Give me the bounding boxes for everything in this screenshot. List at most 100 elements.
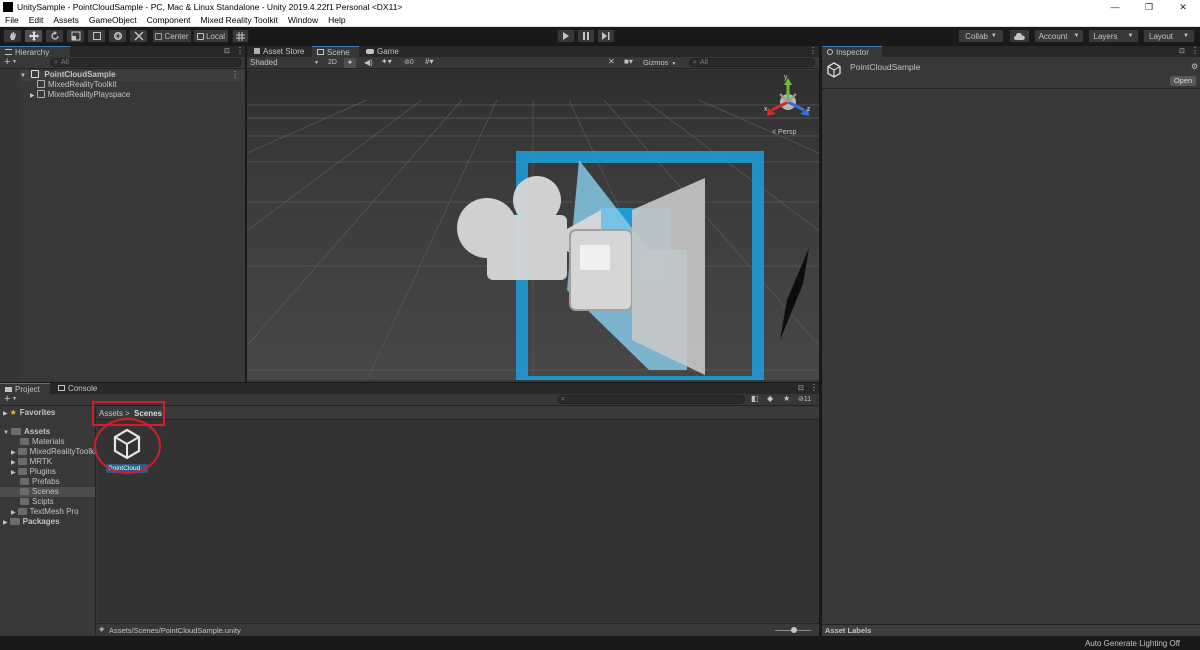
lighting-toggle[interactable]: ● [344,58,356,68]
packages-root-item[interactable]: ▶ Packages [3,517,60,528]
lock-icon[interactable]: ⊡ [224,47,230,55]
lock-icon[interactable]: ⊡ [798,384,804,392]
custom-tool-button[interactable] [129,29,148,43]
store-bag-icon [254,48,260,54]
tab-game[interactable]: Game [361,46,406,57]
chevron-down-icon[interactable]: ▼ [12,59,17,65]
restore-button[interactable]: ❐ [1132,0,1166,14]
tab-hierarchy[interactable]: Hierarchy [0,46,70,57]
project-search-input[interactable]: ⌕ [557,395,745,404]
play-icon [563,32,569,40]
tools-icon[interactable]: ✕ [608,57,615,66]
menu-help[interactable]: Help [323,15,350,25]
open-button[interactable]: Open [1170,76,1196,86]
menu-window[interactable]: Window [283,15,323,25]
expand-arrow-icon[interactable]: ▶ [11,510,16,516]
create-add-button[interactable]: + [4,56,10,68]
layout-dropdown[interactable]: Layout ▼ [1143,29,1195,43]
hidden-packages-toggle[interactable]: ⊘11 [798,395,811,403]
chevron-down-icon[interactable]: ▼ [12,396,17,402]
expand-arrow-icon[interactable]: ▶ [11,470,16,476]
create-add-button[interactable]: + [4,393,10,405]
shading-mode-dropdown[interactable]: Shaded ▼ [248,58,322,68]
transform-tool-button[interactable] [108,29,127,43]
main-toolbar: Center Local Collab ▼ Account ▼ Layers ▼… [0,27,1200,45]
menu-gameobject[interactable]: GameObject [84,15,142,25]
close-button[interactable]: ✕ [1166,0,1200,14]
panel-menu-icon[interactable]: ⋮ [810,383,818,392]
gear-icon[interactable]: ⚙ [1191,62,1198,71]
rect-tool-button[interactable] [87,29,106,43]
menu-assets[interactable]: Assets [48,15,84,25]
menu-file[interactable]: File [0,15,24,25]
folder-item[interactable]: Prefabs [20,477,60,487]
scene-toolbar: Shaded ▼ 2D ● ◀) ✦▾ ⊘0 #▾ ✕ ■▾ Gizmos ▼ ⌕… [247,57,819,69]
expand-arrow-icon[interactable]: ▶ [11,460,16,466]
cloud-button[interactable] [1009,29,1030,43]
account-dropdown[interactable]: Account ▼ [1034,29,1084,43]
pause-button[interactable] [577,29,595,43]
hierarchy-search-input[interactable]: ⌕ All [50,58,242,67]
asset-labels-bar[interactable]: Asset Labels [822,624,1200,636]
search-by-label-icon[interactable]: ◆ [767,394,773,403]
menu-component[interactable]: Component [142,15,196,25]
gameobject-cube-icon [36,90,45,98]
pause-icon [583,32,589,40]
tab-asset-store[interactable]: Asset Store [249,46,309,57]
collab-dropdown[interactable]: Collab ▼ [958,29,1004,43]
move-tool-button[interactable] [24,29,43,43]
folder-item[interactable]: Materials [20,437,64,447]
folder-item[interactable]: Scipts [20,497,54,507]
menu-edit[interactable]: Edit [24,15,49,25]
icon-size-slider-handle[interactable] [791,627,797,633]
tab-console[interactable]: Console [53,383,103,394]
panel-menu-icon[interactable]: ⋮ [1191,46,1199,55]
panel-menu-icon[interactable]: ⋮ [236,46,244,55]
hierarchy-item[interactable]: MixedRealityToolkit [37,80,116,90]
expand-arrow-icon[interactable]: ▼ [3,430,9,436]
step-button[interactable] [597,29,615,43]
unity-logo-icon [3,2,13,12]
pivot-icon [155,32,163,40]
2d-mode-toggle[interactable]: 2D [325,58,340,68]
axis-y-label: y [784,74,788,81]
expand-arrow-icon[interactable]: ▶ [11,450,16,456]
rotate-tool-button[interactable] [45,29,64,43]
gizmos-dropdown[interactable]: Gizmos ▼ [643,58,683,68]
play-button[interactable] [557,29,575,43]
lock-icon[interactable]: ⊡ [1179,47,1185,55]
expand-arrow-icon[interactable]: ▼ [20,73,26,79]
grid-toggle-icon[interactable]: #▾ [425,57,433,66]
expand-arrow-icon[interactable]: ▶ [3,411,8,417]
space-local-toggle[interactable]: Local [193,29,229,43]
favorite-star-icon[interactable]: ★ [783,394,790,403]
expand-arrow-icon[interactable]: ▶ [3,520,8,526]
scene-viewport[interactable]: y x z < Persp [247,70,819,380]
tab-scene[interactable]: Scene [312,46,359,57]
pivot-center-toggle[interactable]: Center [152,29,192,43]
effects-toggle-icon[interactable]: ✦▾ [381,57,392,66]
scale-tool-button[interactable] [66,29,85,43]
expand-arrow-icon[interactable]: ▶ [30,93,35,99]
grid-snap-button[interactable] [232,29,249,43]
hierarchy-item[interactable]: ▶ MixedRealityPlayspace [30,90,130,101]
hidden-objects-toggle[interactable]: ⊘0 [404,58,414,68]
menu-mixed-reality-toolkit[interactable]: Mixed Reality Toolkit [196,15,283,25]
tab-inspector[interactable]: Inspector [822,46,882,57]
audio-toggle-icon[interactable]: ◀) [364,58,373,67]
transform-icon [113,32,122,40]
perspective-toggle[interactable]: < Persp [772,129,796,136]
search-by-type-icon[interactable]: ◧ [751,394,759,403]
scene-menu-icon[interactable]: ⋮ [231,70,239,80]
hand-tool-button[interactable] [3,29,22,43]
minimize-button[interactable]: — [1098,0,1132,14]
panel-menu-icon[interactable]: ⋮ [809,46,817,55]
folder-icon [17,468,27,475]
favorites-item[interactable]: ▶ ★ Favorites [3,408,55,419]
camera-settings-icon[interactable]: ■▾ [624,57,633,66]
axis-z-label: z [807,106,811,113]
folder-item-selected[interactable]: Scenes [0,487,95,497]
lighting-status-text: Auto Generate Lighting Off [1084,639,1180,648]
scene-search-input[interactable]: ⌕ All [689,58,815,67]
layers-dropdown[interactable]: Layers ▼ [1088,29,1139,43]
